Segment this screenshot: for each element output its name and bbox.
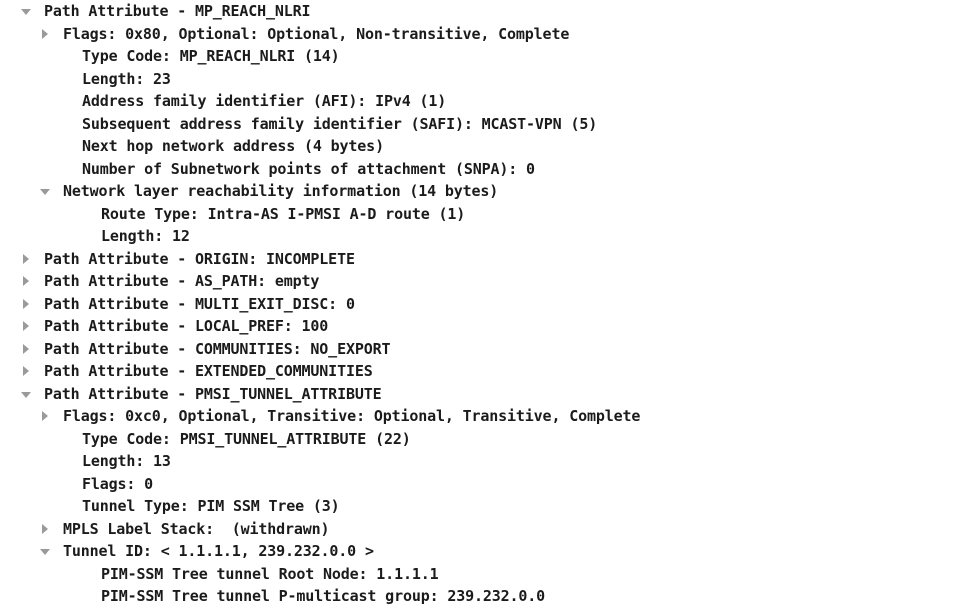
tree-row[interactable]: Path Attribute - AS_PATH: empty xyxy=(0,270,959,293)
triangle-right-icon[interactable] xyxy=(38,23,53,46)
tree-row[interactable]: Path Attribute - MP_REACH_NLRI xyxy=(0,0,959,23)
tree-row[interactable]: Path Attribute - EXTENDED_COMMUNITIES xyxy=(0,360,959,383)
path-attribute-local-pref: Path Attribute - LOCAL_PREF: 100 xyxy=(44,317,329,335)
path-attribute-multi-exit-disc: Path Attribute - MULTI_EXIT_DISC: 0 xyxy=(44,294,355,313)
triangle-down-icon[interactable] xyxy=(19,383,34,406)
triangle-down-icon[interactable] xyxy=(38,180,53,203)
no-twisty-placeholder xyxy=(57,90,72,113)
tree-row[interactable]: MPLS Label Stack: (withdrawn) xyxy=(0,518,959,541)
no-twisty-placeholder xyxy=(57,45,72,68)
path-attribute-as-path: Path Attribute - AS_PATH: empty xyxy=(44,272,320,290)
tunnel-id: Tunnel ID: < 1.1.1.1, 239.232.0.0 > xyxy=(63,542,374,560)
tree-row[interactable]: Flags: 0x80, Optional: Optional, Non-tra… xyxy=(0,23,959,46)
triangle-right-icon[interactable] xyxy=(19,315,34,338)
pmsi-inner-flags: Flags: 0 xyxy=(82,474,154,493)
no-twisty-placeholder xyxy=(57,158,72,181)
path-attribute-extended-communities: Path Attribute - EXTENDED_COMMUNITIES xyxy=(44,362,373,380)
path-attribute-mp-reach-nlri: Path Attribute - MP_REACH_NLRI xyxy=(44,2,311,20)
next-hop-network-address: Next hop network address (4 bytes) xyxy=(82,137,384,155)
tree-row[interactable]: Address family identifier (AFI): IPv4 (1… xyxy=(0,90,959,113)
triangle-right-icon[interactable] xyxy=(38,405,53,428)
triangle-right-icon[interactable] xyxy=(19,293,34,316)
mp-reach-type-code: Type Code: MP_REACH_NLRI (14) xyxy=(82,47,340,65)
no-twisty-placeholder xyxy=(57,450,72,473)
tree-row[interactable]: Path Attribute - PMSI_TUNNEL_ATTRIBUTE xyxy=(0,383,959,406)
no-twisty-placeholder xyxy=(57,135,72,158)
tunnel-type: Tunnel Type: PIM SSM Tree (3) xyxy=(82,497,340,515)
tree-row[interactable]: Length: 13 xyxy=(0,450,959,473)
tree-row[interactable]: Tunnel ID: < 1.1.1.1, 239.232.0.0 > xyxy=(0,540,959,563)
tree-row[interactable]: Type Code: MP_REACH_NLRI (14) xyxy=(0,45,959,68)
tree-row[interactable]: Path Attribute - COMMUNITIES: NO_EXPORT xyxy=(0,338,959,361)
tree-row[interactable]: Flags: 0xc0, Optional, Transitive: Optio… xyxy=(0,405,959,428)
packet-detail-tree[interactable]: Path Attribute - MP_REACH_NLRI Flags: 0x8… xyxy=(0,0,959,605)
no-twisty-placeholder xyxy=(76,203,91,226)
tree-row[interactable]: Flags: 0 xyxy=(0,473,959,496)
path-attribute-origin: Path Attribute - ORIGIN: INCOMPLETE xyxy=(44,249,355,268)
tree-row[interactable]: Number of Subnetwork points of attachmen… xyxy=(0,158,959,181)
path-attribute-pmsi-tunnel-attribute: Path Attribute - PMSI_TUNNEL_ATTRIBUTE xyxy=(44,384,382,403)
pim-ssm-p-multicast-group: PIM-SSM Tree tunnel P-multicast group: 2… xyxy=(101,587,546,605)
triangle-right-icon[interactable] xyxy=(38,518,53,541)
pmsi-length: Length: 13 xyxy=(82,452,171,470)
no-twisty-placeholder xyxy=(57,68,72,91)
tree-row[interactable]: Next hop network address (4 bytes) xyxy=(0,135,959,158)
subsequent-address-family-identifier: Subsequent address family identifier (SA… xyxy=(82,114,598,133)
tree-row[interactable]: Length: 23 xyxy=(0,68,959,91)
no-twisty-placeholder xyxy=(76,225,91,248)
triangle-right-icon[interactable] xyxy=(19,338,34,361)
tree-row[interactable]: PIM-SSM Tree tunnel P-multicast group: 2… xyxy=(0,585,959,608)
tree-row[interactable]: Path Attribute - LOCAL_PREF: 100 xyxy=(0,315,959,338)
mpls-label-stack: MPLS Label Stack: (withdrawn) xyxy=(63,519,330,538)
triangle-down-icon[interactable] xyxy=(38,540,53,563)
tree-row[interactable]: Path Attribute - MULTI_EXIT_DISC: 0 xyxy=(0,293,959,316)
route-type: Route Type: Intra-AS I-PMSI A-D route (1… xyxy=(101,204,466,223)
tree-row[interactable]: Network layer reachability information (… xyxy=(0,180,959,203)
tree-row[interactable]: Type Code: PMSI_TUNNEL_ATTRIBUTE (22) xyxy=(0,428,959,451)
no-twisty-placeholder xyxy=(57,473,72,496)
pmsi-flags: Flags: 0xc0, Optional, Transitive: Optio… xyxy=(63,407,641,425)
nlri-length: Length: 12 xyxy=(101,227,190,245)
tree-row[interactable]: Length: 12 xyxy=(0,225,959,248)
tree-row[interactable]: Subsequent address family identifier (SA… xyxy=(0,113,959,136)
pmsi-type-code: Type Code: PMSI_TUNNEL_ATTRIBUTE (22) xyxy=(82,429,411,448)
triangle-down-icon[interactable] xyxy=(19,0,34,23)
no-twisty-placeholder xyxy=(76,585,91,608)
network-layer-reachability-information: Network layer reachability information (… xyxy=(63,182,499,200)
tree-row[interactable]: Route Type: Intra-AS I-PMSI A-D route (1… xyxy=(0,203,959,226)
path-attribute-communities: Path Attribute - COMMUNITIES: NO_EXPORT xyxy=(44,339,391,358)
tree-row[interactable]: Tunnel Type: PIM SSM Tree (3) xyxy=(0,495,959,518)
triangle-right-icon[interactable] xyxy=(19,360,34,383)
triangle-right-icon[interactable] xyxy=(19,270,34,293)
mp-reach-flags: Flags: 0x80, Optional: Optional, Non-tra… xyxy=(63,24,570,43)
number-of-snpa: Number of Subnetwork points of attachmen… xyxy=(82,159,535,178)
no-twisty-placeholder xyxy=(57,428,72,451)
triangle-right-icon[interactable] xyxy=(19,248,34,271)
address-family-identifier: Address family identifier (AFI): IPv4 (1… xyxy=(82,92,447,110)
tree-row[interactable]: Path Attribute - ORIGIN: INCOMPLETE xyxy=(0,248,959,271)
no-twisty-placeholder xyxy=(57,113,72,136)
mp-reach-length: Length: 23 xyxy=(82,69,171,88)
no-twisty-placeholder xyxy=(57,495,72,518)
